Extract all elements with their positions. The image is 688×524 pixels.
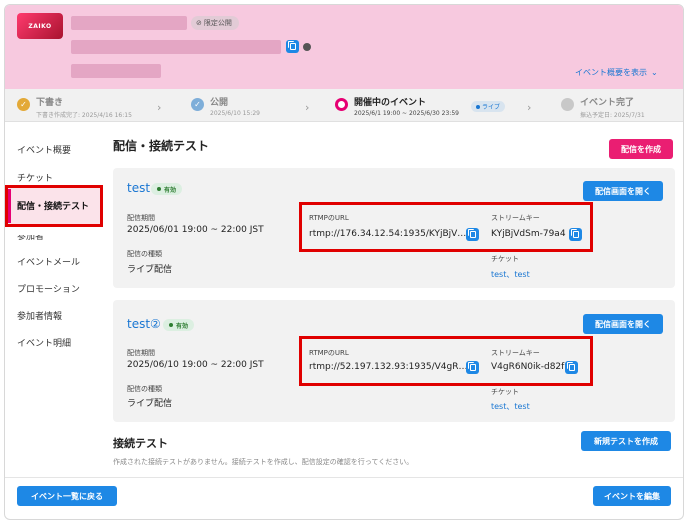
status-badge: 有効	[163, 319, 195, 331]
connection-test-empty-note: 作成された接続テストがありません。接続テストを作成し、配信設定の確認を行ってくだ…	[113, 458, 414, 466]
ticket-label: チケット	[491, 388, 519, 396]
limited-badge-label: 限定公開	[203, 19, 232, 27]
status-badge: 有効	[151, 183, 183, 195]
chevron-down-icon: ⌄	[651, 68, 658, 77]
step-subtitle: 振込予定日: 2025/7/31	[580, 112, 645, 119]
step-title: 開催中のイベント	[354, 98, 427, 108]
sidebar-item-streaming[interactable]: 配信・接続テスト	[17, 199, 89, 212]
stream-card: test 有効 配信画面を開く 配信期間 2025/06/01 19:00 ~ …	[113, 168, 675, 288]
step-ongoing: 開催中のイベント 2025/6/1 19:00 ~ 2025/6/30 23:5…	[335, 95, 459, 117]
sidebar-item-attendees[interactable]: 参加者	[17, 235, 44, 242]
sidebar-item-tickets[interactable]: チケット	[17, 171, 53, 184]
ticket-links[interactable]: test、test	[491, 269, 530, 280]
redacted-organizer	[71, 64, 161, 78]
app-window: ZAIKO ⊘ 限定公開 イベント概要を表示 ⌄ ✓ 下書き 下書き作成完了: …	[4, 4, 684, 520]
stream-type-label: 配信の種類	[127, 385, 162, 393]
stream-name-link[interactable]: test②	[127, 317, 161, 331]
sidebar-active-indicator	[8, 189, 11, 223]
check-icon: ✓	[17, 98, 30, 111]
step-title: イベント完了	[580, 98, 635, 108]
live-badge-label: ライブ	[482, 104, 501, 111]
sidebar-item-attendee-info[interactable]: 参加者情報	[17, 309, 62, 322]
eye-icon: ⊘	[196, 19, 202, 27]
chevron-right-icon: ›	[157, 101, 162, 114]
step-published: ✓ 公開 2025/6/10 15:29	[191, 95, 260, 117]
show-summary-label: イベント概要を表示	[575, 68, 647, 77]
ticket-label: チケット	[491, 255, 519, 263]
stream-type-label: 配信の種類	[127, 250, 162, 258]
sidebar-item-promotion[interactable]: プロモーション	[17, 282, 80, 295]
footer-divider	[5, 477, 683, 478]
stream-type-value: ライブ配信	[127, 265, 173, 275]
period-label: 配信期間	[127, 349, 155, 357]
ticket-links[interactable]: test、test	[491, 401, 530, 412]
period-label: 配信期間	[127, 214, 155, 222]
rtmp-highlight-box	[299, 336, 593, 386]
sidebar-item-event-statement[interactable]: イベント明細	[17, 336, 71, 349]
sidebar-item-event-summary[interactable]: イベント概要	[17, 143, 71, 156]
rtmp-highlight-box	[299, 202, 593, 252]
status-label: 有効	[176, 322, 189, 330]
back-to-event-list-button[interactable]: イベント一覧に戻る	[17, 486, 117, 506]
event-status-stepper: ✓ 下書き 下書き作成完了: 2025/4/16 16:15 › ✓ 公開 20…	[5, 89, 683, 122]
stream-name-link[interactable]: test	[127, 181, 150, 195]
info-icon[interactable]	[303, 43, 311, 51]
page-title: 配信・接続テスト	[113, 139, 210, 153]
show-summary-link[interactable]: イベント概要を表示 ⌄	[575, 67, 658, 78]
step-title: 下書き	[36, 98, 64, 108]
step-subtitle: 2025/6/1 19:00 ~ 2025/6/30 23:59	[354, 110, 459, 117]
status-dot-icon	[157, 187, 161, 191]
create-connection-test-button[interactable]: 新規テストを作成	[581, 431, 671, 451]
stream-card: test② 有効 配信画面を開く 配信期間 2025/06/10 19:00 ~…	[113, 300, 675, 422]
status-dot-icon	[169, 323, 173, 327]
open-stream-button[interactable]: 配信画面を開く	[583, 181, 663, 201]
status-label: 有効	[164, 186, 177, 194]
redacted-event-url	[71, 40, 281, 54]
copy-url-button[interactable]	[286, 40, 299, 53]
live-dot-icon	[476, 104, 480, 109]
period-value: 2025/06/01 19:00 ~ 22:00 JST	[127, 225, 264, 235]
step-draft: ✓ 下書き 下書き作成完了: 2025/4/16 16:15	[17, 95, 132, 119]
event-header: ZAIKO ⊘ 限定公開 イベント概要を表示 ⌄	[5, 5, 683, 89]
redacted-event-title	[71, 16, 187, 30]
limited-visibility-badge: ⊘ 限定公開	[191, 16, 239, 30]
copy-icon	[287, 41, 296, 50]
live-badge: ライブ	[471, 101, 506, 112]
check-icon: ✓	[191, 98, 204, 111]
step-title: 公開	[210, 98, 229, 108]
step-subtitle: 2025/6/10 15:29	[210, 110, 260, 117]
edit-event-button[interactable]: イベントを編集	[593, 486, 671, 506]
step-subtitle: 下書き作成完了: 2025/4/16 16:15	[36, 112, 132, 119]
connection-test-title: 接続テスト	[113, 437, 168, 450]
sidebar-item-event-mail[interactable]: イベントメール	[17, 255, 80, 268]
pending-step-icon	[561, 98, 574, 111]
create-stream-button[interactable]: 配信を作成	[609, 139, 673, 159]
zaiko-logo: ZAIKO	[17, 13, 63, 39]
current-step-icon	[335, 98, 348, 111]
step-completed: イベント完了 振込予定日: 2025/7/31	[561, 95, 645, 119]
chevron-right-icon: ›	[305, 101, 310, 114]
stream-type-value: ライブ配信	[127, 399, 173, 409]
chevron-right-icon: ›	[527, 101, 532, 114]
period-value: 2025/06/10 19:00 ~ 22:00 JST	[127, 360, 264, 370]
open-stream-button[interactable]: 配信画面を開く	[583, 314, 663, 334]
